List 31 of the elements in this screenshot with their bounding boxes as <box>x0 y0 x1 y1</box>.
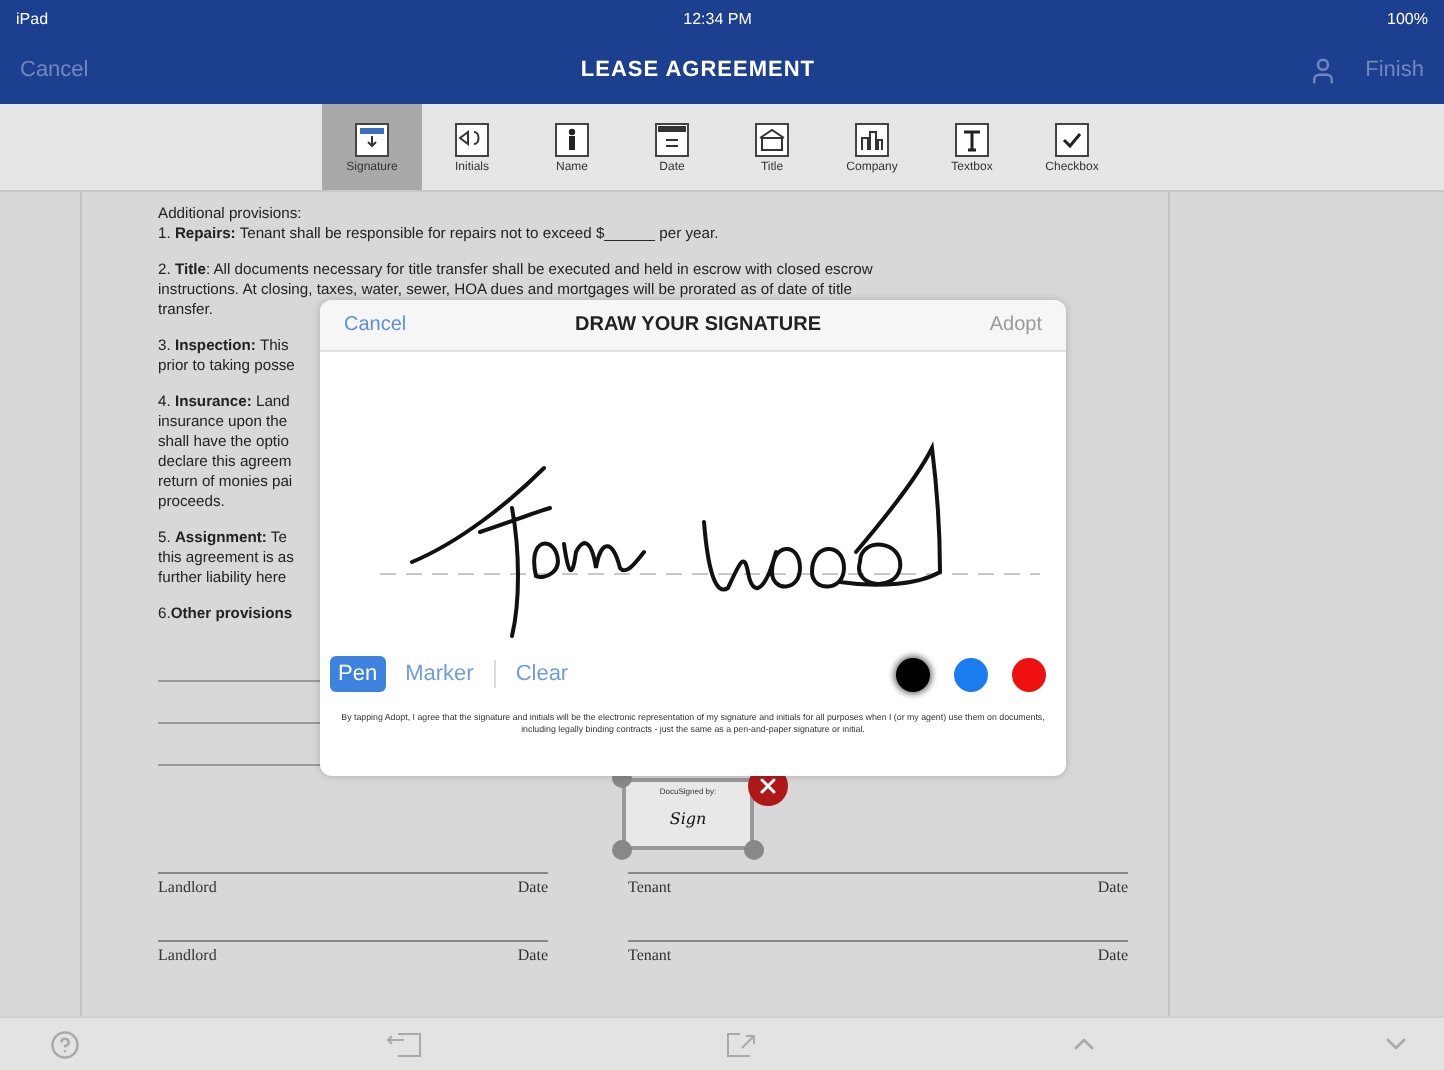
device-name: iPad <box>16 9 49 27</box>
ink-swatch[interactable] <box>896 657 930 691</box>
date-label: Date <box>517 946 548 964</box>
ink-swatch[interactable] <box>1012 657 1046 691</box>
textbox-tool-icon <box>954 121 990 157</box>
signer-label: Landlord <box>158 946 217 964</box>
signer-label: Tenant <box>628 946 672 964</box>
help-icon[interactable] <box>50 1029 80 1059</box>
signer-label: Landlord <box>158 878 217 896</box>
dialog-title: DRAW YOUR SIGNATURE <box>575 314 821 336</box>
date-tool-icon <box>654 121 690 157</box>
date-label: Date <box>1097 878 1128 896</box>
person-icon[interactable] <box>1307 55 1338 85</box>
company-tool-icon <box>854 121 890 157</box>
tag-signature: Sign <box>669 810 707 828</box>
date-label: Date <box>517 878 548 896</box>
date-label: Date <box>1097 946 1128 964</box>
pen-mode-button[interactable]: Pen <box>330 656 386 692</box>
checkbox-tool-icon <box>1054 121 1090 157</box>
initials-tool-icon <box>454 121 490 157</box>
clock: 12:34 PM <box>683 9 752 27</box>
resize-handle[interactable] <box>612 840 632 860</box>
name-tool-icon <box>554 121 590 157</box>
document-title: LEASE AGREEMENT <box>580 58 815 82</box>
back-page-icon[interactable] <box>385 1030 422 1058</box>
ink-swatch[interactable] <box>954 657 988 691</box>
battery-percent: 100% <box>1387 9 1428 27</box>
title-tool-icon <box>754 121 790 157</box>
signature-tool-icon <box>354 121 390 157</box>
resize-handle[interactable] <box>744 840 764 860</box>
signer-label: Tenant <box>628 878 672 896</box>
